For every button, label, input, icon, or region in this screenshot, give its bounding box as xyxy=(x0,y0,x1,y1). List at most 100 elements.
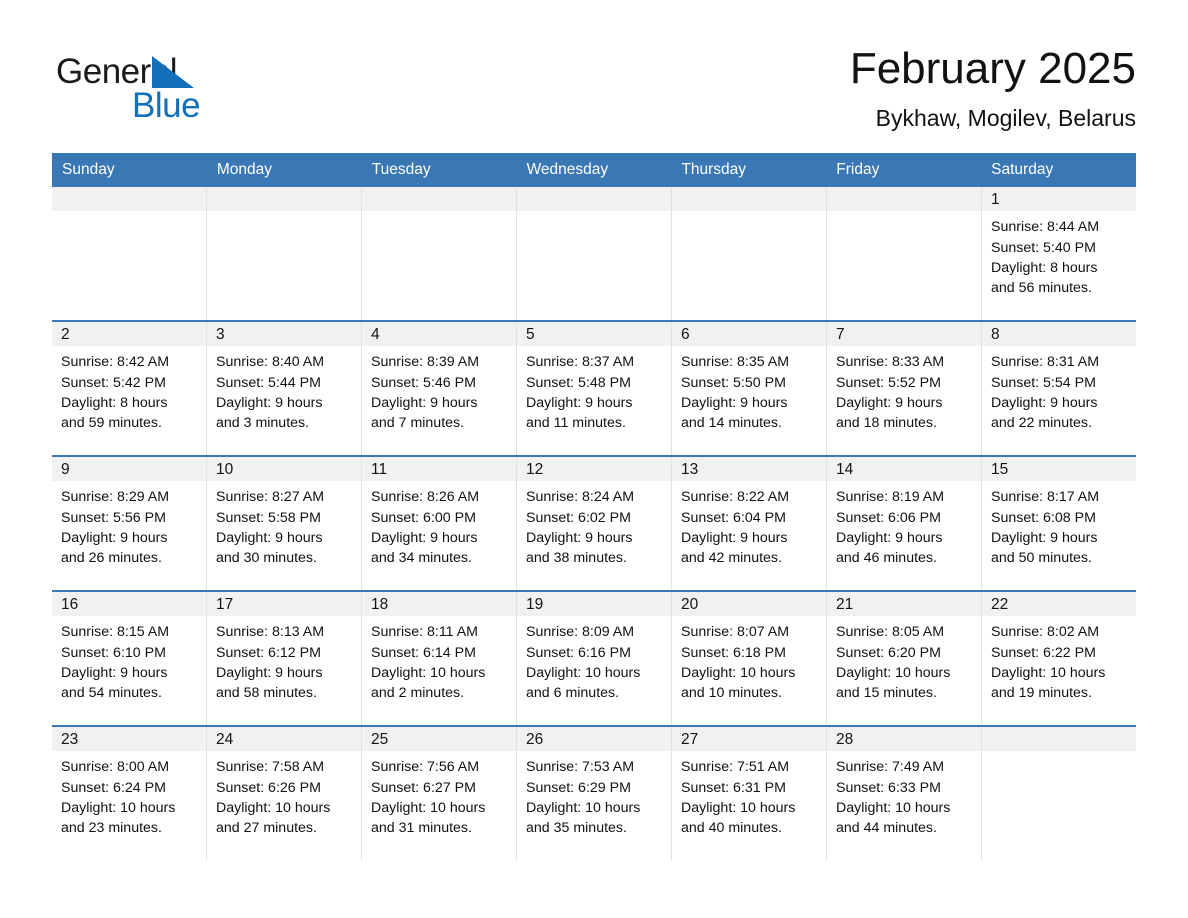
daylight-line-2: and 15 minutes. xyxy=(836,685,937,702)
day-cell[interactable] xyxy=(362,187,517,321)
sunrise-line: Sunrise: 7:58 AM xyxy=(216,759,325,776)
day-number: 19 xyxy=(517,592,671,617)
daylight-line-2: and 46 minutes. xyxy=(836,550,937,567)
day-cell[interactable] xyxy=(672,187,827,321)
day-cell[interactable]: 1 Sunrise: 8:44 AM Sunset: 5:40 PM Dayli… xyxy=(982,187,1136,321)
daylight-line-1: Daylight: 9 hours xyxy=(836,394,943,411)
day-number: 8 xyxy=(982,322,1136,347)
day-details xyxy=(827,211,981,217)
daylight-line-1: Daylight: 8 hours xyxy=(991,259,1098,276)
day-cell[interactable]: 19 Sunrise: 8:09 AM Sunset: 6:16 PM Dayl… xyxy=(517,592,672,726)
sunset-line: Sunset: 6:29 PM xyxy=(526,779,631,796)
day-cell[interactable]: 21 Sunrise: 8:05 AM Sunset: 6:20 PM Dayl… xyxy=(827,592,982,726)
daylight-line-2: and 30 minutes. xyxy=(216,550,317,567)
day-details xyxy=(362,211,516,217)
day-cell[interactable]: 14 Sunrise: 8:19 AM Sunset: 6:06 PM Dayl… xyxy=(827,457,982,591)
sunrise-line: Sunrise: 8:15 AM xyxy=(61,624,170,641)
day-details: Sunrise: 7:58 AM Sunset: 6:26 PM Dayligh… xyxy=(207,751,361,838)
day-cell[interactable]: 15 Sunrise: 8:17 AM Sunset: 6:08 PM Dayl… xyxy=(982,457,1136,591)
day-number: 22 xyxy=(982,592,1136,617)
sunset-line: Sunset: 5:42 PM xyxy=(61,374,166,391)
day-cell[interactable]: 18 Sunrise: 8:11 AM Sunset: 6:14 PM Dayl… xyxy=(362,592,517,726)
day-cell[interactable]: 28 Sunrise: 7:49 AM Sunset: 6:33 PM Dayl… xyxy=(827,727,982,861)
day-details xyxy=(52,211,206,217)
sunrise-line: Sunrise: 7:51 AM xyxy=(681,759,790,776)
weekday-header-tuesday: Tuesday xyxy=(371,161,431,179)
daylight-line-1: Daylight: 9 hours xyxy=(61,529,168,546)
day-cell[interactable]: 16 Sunrise: 8:15 AM Sunset: 6:10 PM Dayl… xyxy=(52,592,207,726)
week-row: 16 Sunrise: 8:15 AM Sunset: 6:10 PM Dayl… xyxy=(52,590,1136,726)
day-cell[interactable]: 6 Sunrise: 8:35 AM Sunset: 5:50 PM Dayli… xyxy=(672,322,827,456)
sunrise-line: Sunrise: 8:31 AM xyxy=(991,354,1100,371)
day-details: Sunrise: 8:33 AM Sunset: 5:52 PM Dayligh… xyxy=(827,346,981,433)
day-number xyxy=(362,187,516,212)
day-details: Sunrise: 8:11 AM Sunset: 6:14 PM Dayligh… xyxy=(362,616,516,703)
sunset-line: Sunset: 6:16 PM xyxy=(526,644,631,661)
daylight-line-2: and 23 minutes. xyxy=(61,820,162,837)
sunset-line: Sunset: 5:44 PM xyxy=(216,374,321,391)
daylight-line-2: and 56 minutes. xyxy=(991,280,1092,297)
generalblue-logo[interactable]: General Blue xyxy=(56,44,316,123)
day-number xyxy=(207,187,361,212)
day-cell[interactable]: 27 Sunrise: 7:51 AM Sunset: 6:31 PM Dayl… xyxy=(672,727,827,861)
sunrise-line: Sunrise: 8:40 AM xyxy=(216,354,325,371)
sunrise-line: Sunrise: 8:09 AM xyxy=(526,624,635,641)
day-number: 12 xyxy=(517,457,671,482)
day-details xyxy=(517,211,671,217)
day-cell[interactable] xyxy=(52,187,207,321)
location-subtitle: Bykhaw, Mogilev, Belarus xyxy=(875,105,1136,132)
day-details: Sunrise: 8:22 AM Sunset: 6:04 PM Dayligh… xyxy=(672,481,826,568)
day-details xyxy=(982,751,1136,757)
day-details: Sunrise: 8:31 AM Sunset: 5:54 PM Dayligh… xyxy=(982,346,1136,433)
day-cell[interactable]: 13 Sunrise: 8:22 AM Sunset: 6:04 PM Dayl… xyxy=(672,457,827,591)
day-cell[interactable]: 12 Sunrise: 8:24 AM Sunset: 6:02 PM Dayl… xyxy=(517,457,672,591)
day-cell[interactable]: 23 Sunrise: 8:00 AM Sunset: 6:24 PM Dayl… xyxy=(52,727,207,861)
day-cell[interactable]: 8 Sunrise: 8:31 AM Sunset: 5:54 PM Dayli… xyxy=(982,322,1136,456)
day-number: 9 xyxy=(52,457,206,482)
day-number: 13 xyxy=(672,457,826,482)
day-cell[interactable]: 22 Sunrise: 8:02 AM Sunset: 6:22 PM Dayl… xyxy=(982,592,1136,726)
sunset-line: Sunset: 6:14 PM xyxy=(371,644,476,661)
day-cell[interactable]: 2 Sunrise: 8:42 AM Sunset: 5:42 PM Dayli… xyxy=(52,322,207,456)
day-cell[interactable]: 10 Sunrise: 8:27 AM Sunset: 5:58 PM Dayl… xyxy=(207,457,362,591)
day-cell[interactable]: 9 Sunrise: 8:29 AM Sunset: 5:56 PM Dayli… xyxy=(52,457,207,591)
day-cell[interactable]: 24 Sunrise: 7:58 AM Sunset: 6:26 PM Dayl… xyxy=(207,727,362,861)
day-cell[interactable]: 7 Sunrise: 8:33 AM Sunset: 5:52 PM Dayli… xyxy=(827,322,982,456)
day-cell[interactable]: 4 Sunrise: 8:39 AM Sunset: 5:46 PM Dayli… xyxy=(362,322,517,456)
daylight-line-2: and 2 minutes. xyxy=(371,685,465,702)
day-cell[interactable]: 17 Sunrise: 8:13 AM Sunset: 6:12 PM Dayl… xyxy=(207,592,362,726)
day-cell[interactable] xyxy=(827,187,982,321)
day-cell[interactable] xyxy=(517,187,672,321)
title-block: February 2025 Bykhaw, Mogilev, Belarus xyxy=(850,44,1136,132)
day-cell[interactable] xyxy=(207,187,362,321)
day-cell[interactable]: 5 Sunrise: 8:37 AM Sunset: 5:48 PM Dayli… xyxy=(517,322,672,456)
day-cell[interactable]: 11 Sunrise: 8:26 AM Sunset: 6:00 PM Dayl… xyxy=(362,457,517,591)
sunset-line: Sunset: 5:46 PM xyxy=(371,374,476,391)
day-details: Sunrise: 7:51 AM Sunset: 6:31 PM Dayligh… xyxy=(672,751,826,838)
day-details: Sunrise: 8:37 AM Sunset: 5:48 PM Dayligh… xyxy=(517,346,671,433)
sunset-line: Sunset: 6:02 PM xyxy=(526,509,631,526)
weekday-header-saturday: Saturday xyxy=(991,161,1054,179)
daylight-line-1: Daylight: 9 hours xyxy=(216,664,323,681)
day-cell[interactable] xyxy=(982,727,1136,861)
daylight-line-1: Daylight: 10 hours xyxy=(836,799,951,816)
week-row: 9 Sunrise: 8:29 AM Sunset: 5:56 PM Dayli… xyxy=(52,455,1136,591)
day-number: 3 xyxy=(207,322,361,347)
daylight-line-2: and 10 minutes. xyxy=(681,685,782,702)
sunrise-line: Sunrise: 8:02 AM xyxy=(991,624,1100,641)
sunrise-line: Sunrise: 8:26 AM xyxy=(371,489,480,506)
sunset-line: Sunset: 6:06 PM xyxy=(836,509,941,526)
day-cell[interactable]: 20 Sunrise: 8:07 AM Sunset: 6:18 PM Dayl… xyxy=(672,592,827,726)
daylight-line-1: Daylight: 9 hours xyxy=(216,394,323,411)
daylight-line-2: and 7 minutes. xyxy=(371,415,465,432)
day-number: 26 xyxy=(517,727,671,752)
sunset-line: Sunset: 6:33 PM xyxy=(836,779,941,796)
day-number xyxy=(672,187,826,212)
day-cell[interactable]: 25 Sunrise: 7:56 AM Sunset: 6:27 PM Dayl… xyxy=(362,727,517,861)
day-cell[interactable]: 26 Sunrise: 7:53 AM Sunset: 6:29 PM Dayl… xyxy=(517,727,672,861)
day-cell[interactable]: 3 Sunrise: 8:40 AM Sunset: 5:44 PM Dayli… xyxy=(207,322,362,456)
daylight-line-1: Daylight: 9 hours xyxy=(681,529,788,546)
day-details: Sunrise: 7:49 AM Sunset: 6:33 PM Dayligh… xyxy=(827,751,981,838)
day-number: 15 xyxy=(982,457,1136,482)
sunset-line: Sunset: 6:10 PM xyxy=(61,644,166,661)
